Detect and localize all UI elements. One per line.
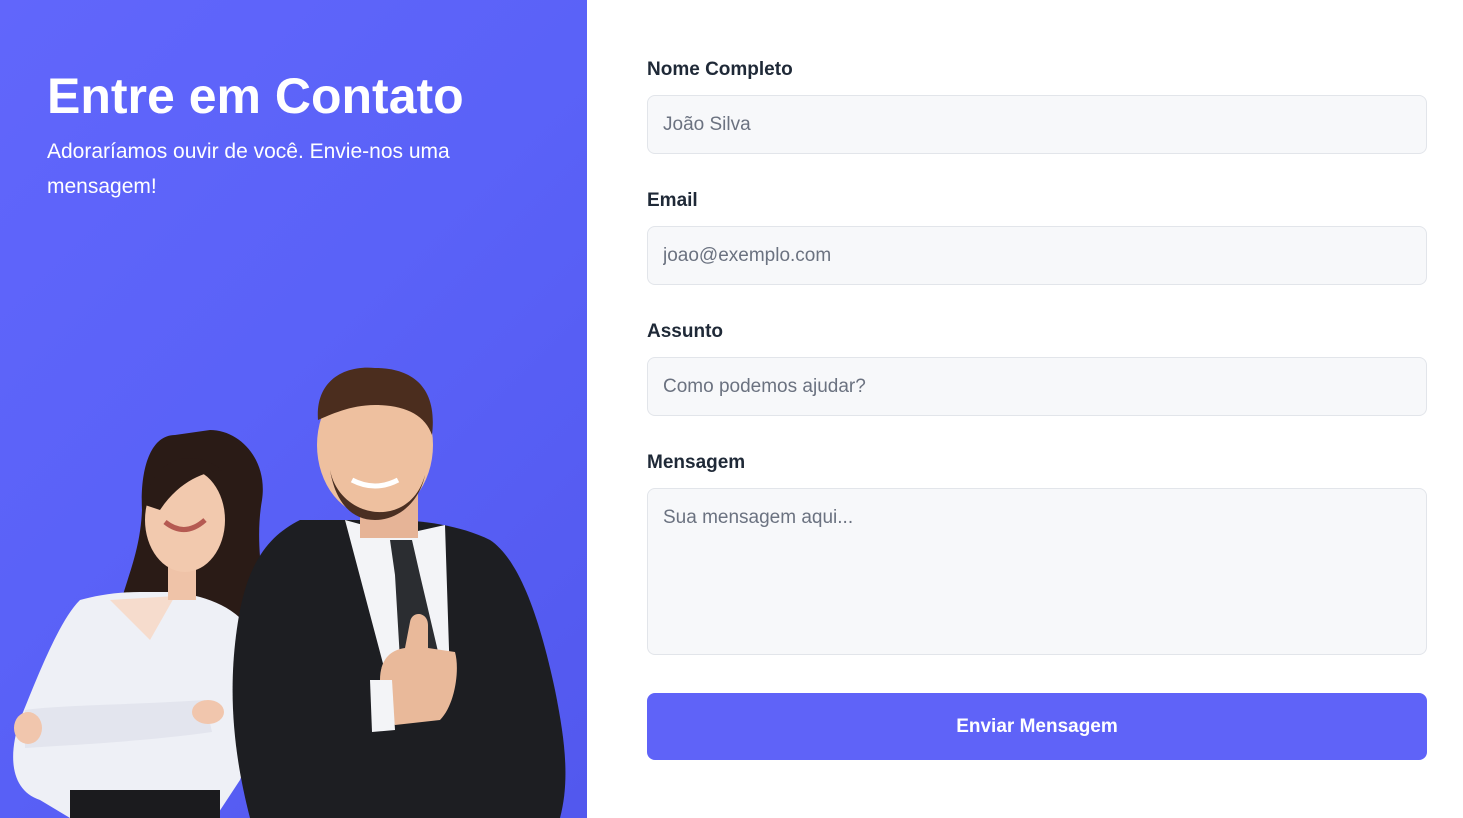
name-input[interactable] [647,95,1427,154]
email-input[interactable] [647,226,1427,285]
message-label: Mensagem [647,452,746,473]
subject-label: Assunto [647,321,723,342]
email-label: Email [647,190,698,211]
page-title: Entre em Contato [47,68,464,124]
contact-form: Nome Completo Email Assunto Mensagem Env… [587,0,1463,818]
send-message-button[interactable]: Enviar Mensagem [647,693,1427,760]
name-label: Nome Completo [647,59,793,80]
page-subtitle: Adoraríamos ouvir de você. Envie-nos uma… [47,140,450,198]
hero-panel: Entre em Contato Adoraríamos ouvir de vo… [0,0,587,818]
subject-input[interactable] [647,357,1427,416]
message-textarea[interactable] [647,488,1427,655]
contact-page: Entre em Contato Adoraríamos ouvir de vo… [0,0,1463,818]
team-photo [13,367,566,818]
